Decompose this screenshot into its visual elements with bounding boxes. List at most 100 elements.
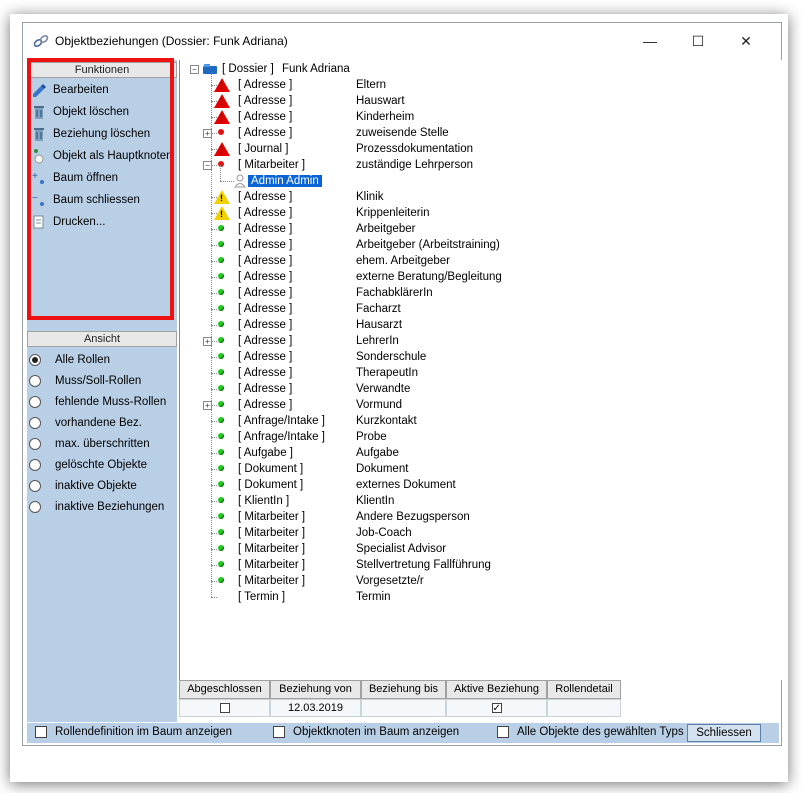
tree-node[interactable]: ! [ Journal ] Prozessdokumentation (180, 141, 760, 157)
root-name: Funk Adriana (282, 63, 350, 75)
radio-button[interactable] (29, 417, 41, 429)
tree-node[interactable]: [ Adresse ] Arbeitgeber (180, 221, 760, 237)
node-name: Klinik (356, 191, 384, 203)
cell-beziehung-bis[interactable] (361, 699, 446, 717)
tree-node[interactable]: [ Adresse ] externe Beratung/Begleitung (180, 269, 760, 285)
node-name: zuweisende Stelle (356, 127, 449, 139)
maximize-button[interactable]: ☐ (675, 23, 721, 59)
tree-node[interactable]: [ Mitarbeiter ] Specialist Advisor (180, 541, 760, 557)
tree-node[interactable]: [ Adresse ] Sonderschule (180, 349, 760, 365)
collapse-icon[interactable]: − (203, 161, 212, 170)
radio-button[interactable] (29, 459, 41, 471)
radio-button[interactable] (29, 480, 41, 492)
view-option[interactable]: vorhandene Bez. (29, 413, 142, 433)
status-ok-icon (218, 337, 224, 343)
cell-aktive-beziehung[interactable] (446, 699, 547, 717)
view-option[interactable]: inaktive Beziehungen (29, 497, 164, 517)
tree-node[interactable]: [ Aufgabe ] Aufgabe (180, 445, 760, 461)
tree-node[interactable]: [ Adresse ] Arbeitgeber (Arbeitstraining) (180, 237, 760, 253)
tree-node[interactable]: [ Mitarbeiter ] Job-Coach (180, 525, 760, 541)
tree-node[interactable]: [ Mitarbeiter ] Vorgesetzte/r (180, 573, 760, 589)
objektknoten-checkbox[interactable] (273, 726, 285, 738)
tree-node[interactable]: ! [ Adresse ] Kinderheim (180, 109, 760, 125)
view-option[interactable]: gelöschte Objekte (29, 455, 147, 475)
expand-icon[interactable]: + (203, 337, 212, 346)
tree-connector (211, 549, 217, 550)
node-type: [ Termin ] (238, 591, 286, 603)
tree-node[interactable]: [ Mitarbeiter ] Stellvertretung Fallführu… (180, 557, 760, 573)
view-option[interactable]: max. überschritten (29, 434, 150, 454)
col-header-beziehung-bis[interactable]: Beziehung bis (361, 680, 446, 699)
expand-icon[interactable]: + (203, 401, 212, 410)
radio-button[interactable] (29, 354, 41, 366)
node-type: [ Adresse ] (238, 351, 293, 363)
status-ok-icon (218, 353, 224, 359)
view-option[interactable]: Muss/Soll-Rollen (29, 371, 141, 391)
tree-node[interactable]: ! [ Adresse ] Klinik (180, 189, 760, 205)
tree-node[interactable]: [ Adresse ] TherapeutIn (180, 365, 760, 381)
aktiv-checkbox[interactable] (491, 701, 502, 717)
col-header-beziehung-von[interactable]: Beziehung von (270, 680, 361, 699)
tree-node[interactable]: [ Dokument ] externes Dokument (180, 477, 760, 493)
node-type: [ Adresse ] (238, 79, 293, 91)
radio-button[interactable] (29, 501, 41, 513)
cell-beziehung-von[interactable]: 12.03.2019 (270, 699, 361, 717)
tree-node[interactable]: [ Adresse ] FachabklärerIn (180, 285, 760, 301)
node-type: [ Mitarbeiter ] (238, 511, 306, 523)
tree-node[interactable]: + [ Adresse ] zuweisende Stelle (180, 125, 760, 141)
footer-bar: Rollendefinition im Baum anzeigen Objekt… (27, 723, 779, 743)
col-header-abgeschlossen[interactable]: Abgeschlossen (179, 680, 270, 699)
radio-button[interactable] (29, 375, 41, 387)
node-name: externe Beratung/Begleitung (356, 271, 502, 283)
tree-node[interactable]: [ KlientIn ] KlientIn (180, 493, 760, 509)
tree-connector (211, 581, 217, 582)
option-rollendefinition[interactable]: Rollendefinition im Baum anzeigen (35, 726, 232, 738)
tree-node[interactable]: [ Termin ] Termin (180, 589, 760, 605)
error-icon: ! (214, 142, 230, 156)
tree-node[interactable]: [ Adresse ] Facharzt (180, 301, 760, 317)
relationship-tree[interactable]: − [ Dossier ] Funk Adriana ! [ Adresse ] E… (179, 60, 782, 680)
tree-node[interactable]: − [ Mitarbeiter ] zuständige Lehrperson (180, 157, 760, 173)
tree-node[interactable]: [ Anfrage/Intake ] Probe (180, 429, 760, 445)
expand-icon[interactable]: + (203, 129, 212, 138)
tree-root[interactable]: − [ Dossier ] Funk Adriana (186, 61, 486, 77)
tree-node[interactable]: Admin Admin (180, 165, 760, 189)
alle-objekte-checkbox[interactable] (497, 726, 509, 738)
tree-node[interactable]: ! [ Adresse ] Krippenleiterin (180, 205, 760, 221)
tree-node[interactable]: + [ Adresse ] Vormund (180, 397, 760, 413)
node-type: [ Adresse ] (238, 335, 293, 347)
option-alle-objekte[interactable]: Alle Objekte des gewählten Typs (497, 726, 684, 738)
node-name: Aufgabe (356, 447, 399, 459)
tree-node[interactable]: [ Anfrage/Intake ] Kurzkontakt (180, 413, 760, 429)
col-header-aktive-beziehung[interactable]: Aktive Beziehung (446, 680, 547, 699)
node-type: [ Adresse ] (238, 239, 293, 251)
tree-node[interactable]: [ Mitarbeiter ] Andere Bezugsperson (180, 509, 760, 525)
node-name: Hauswart (356, 95, 405, 107)
tree-node[interactable]: [ Adresse ] Verwandte (180, 381, 760, 397)
close-window-button[interactable]: ✕ (723, 23, 769, 59)
tree-node[interactable]: [ Adresse ] Hausarzt (180, 317, 760, 333)
rollendefinition-checkbox[interactable] (35, 726, 47, 738)
tree-node[interactable]: ! [ Adresse ] Hauswart (180, 93, 760, 109)
tree-node[interactable]: ! [ Adresse ] Eltern (180, 77, 760, 93)
tree-connector (211, 597, 217, 598)
tree-node[interactable]: [ Adresse ] ehem. Arbeitgeber (180, 253, 760, 269)
option-objektknoten[interactable]: Objektknoten im Baum anzeigen (273, 726, 459, 738)
node-type: [ Adresse ] (238, 367, 293, 379)
tree-node[interactable]: + [ Adresse ] LehrerIn (180, 333, 760, 349)
cell-abgeschlossen[interactable] (179, 699, 270, 717)
col-header-rollendetail[interactable]: Rollendetail (547, 680, 621, 699)
tree-node[interactable]: [ Dokument ] Dokument (180, 461, 760, 477)
radio-button[interactable] (29, 396, 41, 408)
tree-connector (211, 293, 217, 294)
selected-node-name[interactable]: Admin Admin (248, 175, 322, 187)
view-option[interactable]: fehlende Muss-Rollen (29, 392, 166, 412)
minimize-button[interactable]: — (627, 23, 673, 59)
view-option[interactable]: Alle Rollen (29, 350, 110, 370)
radio-button[interactable] (29, 438, 41, 450)
abgeschlossen-checkbox[interactable] (219, 703, 230, 714)
cell-rollendetail[interactable] (547, 699, 621, 717)
view-option[interactable]: inaktive Objekte (29, 476, 137, 496)
schliessen-button[interactable]: Schliessen (687, 724, 761, 742)
collapse-icon[interactable]: − (190, 65, 199, 74)
